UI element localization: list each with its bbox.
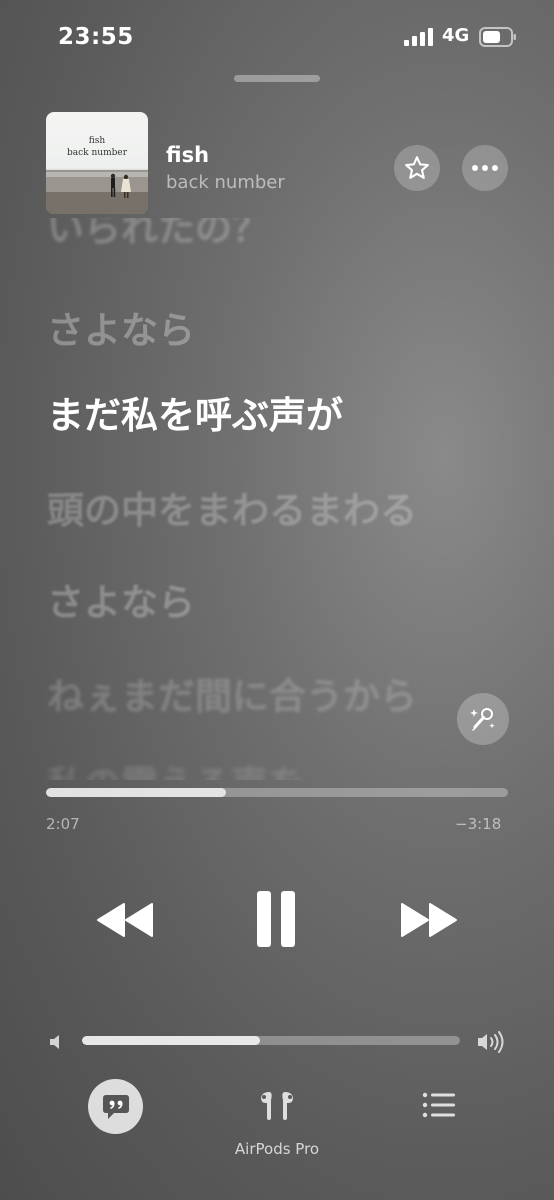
volume-slider[interactable] — [82, 1036, 460, 1045]
song-artist[interactable]: back number — [166, 172, 285, 193]
favorite-button[interactable] — [394, 145, 440, 191]
airplay-device-label[interactable]: AirPods Pro — [217, 1140, 337, 1158]
lyric-line-active[interactable]: まだ私を呼ぶ声が — [47, 385, 343, 439]
time-elapsed: 2:07 — [46, 815, 80, 833]
artwork-scene — [46, 170, 148, 214]
album-artwork[interactable]: fish back number — [46, 112, 148, 214]
fast-forward-button[interactable] — [398, 898, 460, 942]
volume-level-fill — [82, 1036, 260, 1045]
pause-icon — [257, 891, 295, 947]
rewind-icon — [97, 903, 153, 937]
more-button[interactable] — [462, 145, 508, 191]
lyrics-quote-icon — [102, 1094, 129, 1119]
sing-button[interactable] — [457, 693, 509, 745]
ellipsis-icon — [472, 165, 498, 171]
list-icon[interactable] — [422, 1092, 456, 1118]
playback-scrubber[interactable] — [46, 788, 508, 797]
battery-icon — [479, 27, 516, 47]
artwork-artist: back number — [67, 148, 127, 158]
speaker-low-icon — [50, 1035, 59, 1049]
speaker-high-icon — [478, 1031, 504, 1053]
rewind-button[interactable] — [94, 898, 156, 942]
lyric-line[interactable]: さよなら — [47, 572, 195, 626]
microphone-sparkles-icon — [470, 708, 495, 731]
lyric-line[interactable]: ねぇまだ間に合うから — [47, 666, 417, 720]
lyric-line[interactable]: さよなら — [47, 300, 195, 354]
status-time: 23:55 — [58, 24, 134, 50]
airpods-pro-icon[interactable] — [256, 1088, 298, 1122]
time-remaining: −3:18 — [455, 815, 502, 833]
sheet-grabber[interactable] — [234, 75, 320, 82]
lyrics-toggle-button[interactable] — [88, 1079, 143, 1134]
fast-forward-icon — [401, 903, 457, 937]
star-icon — [405, 156, 429, 179]
pause-button[interactable] — [250, 888, 302, 950]
artwork-title: fish — [88, 136, 106, 146]
lyric-line[interactable]: 頭の中をまわるまわる — [47, 480, 417, 534]
playback-progress-fill — [46, 788, 227, 797]
network-type: 4G — [442, 25, 470, 46]
lyric-line[interactable]: いられたの？ — [47, 218, 269, 252]
lyric-line[interactable]: 私の震える声を — [47, 754, 305, 780]
song-title[interactable]: fish — [166, 143, 209, 167]
signal-icon — [404, 28, 433, 46]
